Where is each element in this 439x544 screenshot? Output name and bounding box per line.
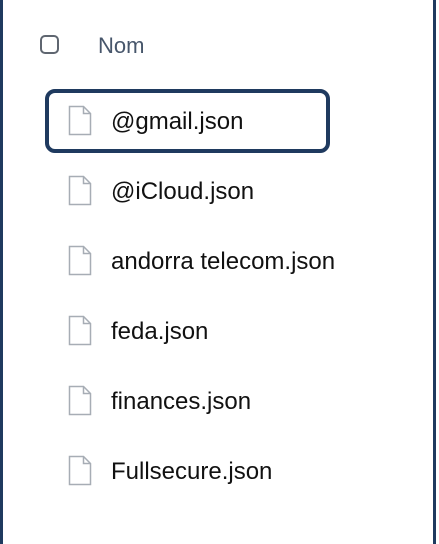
file-row[interactable]: andorra telecom.json bbox=[3, 224, 433, 294]
file-name: @iCloud.json bbox=[111, 178, 255, 205]
file-icon bbox=[68, 315, 92, 346]
file-row[interactable]: @iCloud.json bbox=[3, 154, 433, 224]
file-icon bbox=[68, 175, 92, 206]
file-name: finances.json bbox=[111, 388, 252, 415]
file-name: @gmail.json bbox=[111, 108, 244, 135]
file-name: andorra telecom.json bbox=[111, 248, 336, 275]
file-name: Fullsecure.json bbox=[111, 458, 273, 485]
name-column-header[interactable]: Nom bbox=[98, 33, 144, 59]
list-header: Nom bbox=[3, 0, 433, 84]
select-all-checkbox[interactable] bbox=[40, 35, 59, 54]
file-icon bbox=[68, 105, 92, 136]
file-row[interactable]: feda.json bbox=[3, 294, 433, 364]
file-list: @gmail.json @iCloud.json andorra telecom… bbox=[3, 84, 433, 504]
file-icon bbox=[68, 455, 92, 486]
file-row[interactable]: @gmail.json bbox=[3, 84, 433, 154]
file-row[interactable]: Fullsecure.json bbox=[3, 434, 433, 504]
file-name: feda.json bbox=[111, 318, 209, 345]
file-explorer-panel: Nom @gmail.json @iCloud.json andorra tel… bbox=[0, 0, 436, 544]
file-icon bbox=[68, 245, 92, 276]
file-icon bbox=[68, 385, 92, 416]
file-row[interactable]: finances.json bbox=[3, 364, 433, 434]
